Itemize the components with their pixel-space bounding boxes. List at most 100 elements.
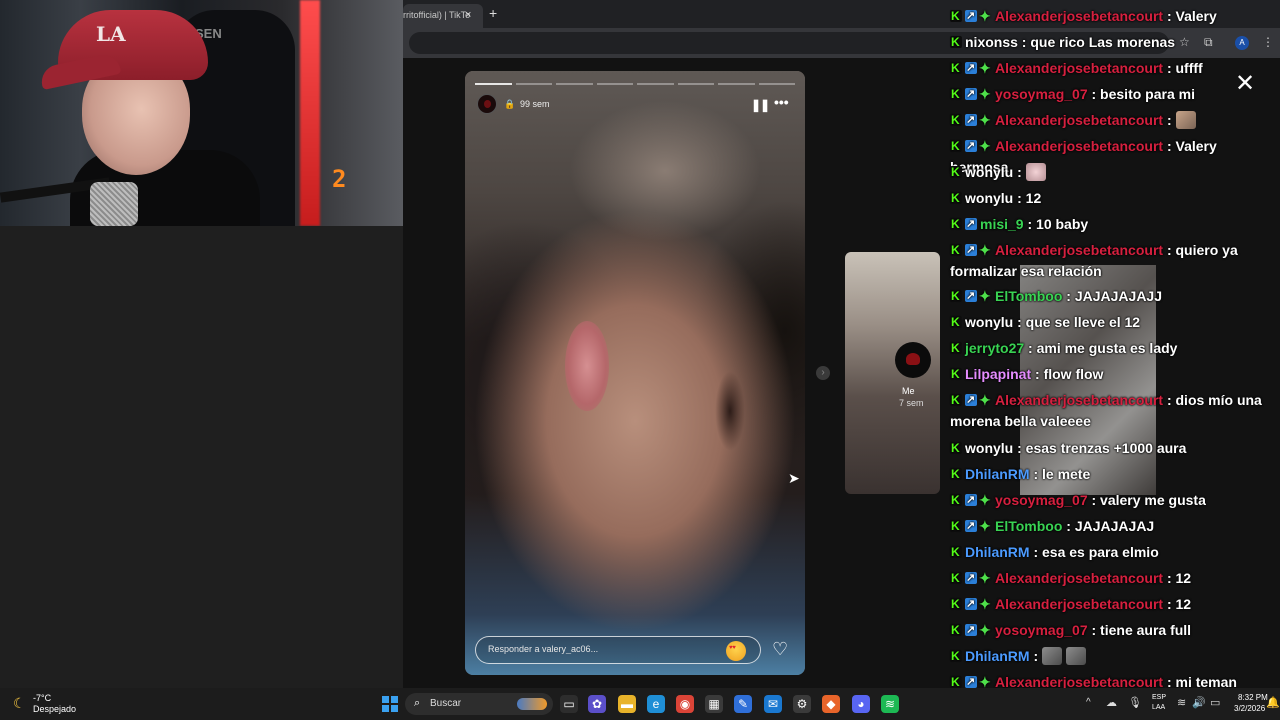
subscriber-badge-icon xyxy=(965,490,977,511)
story-viewer[interactable]: 🔒 99 sem ❚❚ ••• ♡ xyxy=(465,71,805,675)
new-tab-icon[interactable]: + xyxy=(489,5,497,21)
kick-badge-icon xyxy=(950,364,962,385)
chat-username[interactable]: yosoymag_07 xyxy=(995,492,1088,508)
chat-message: wonylu : xyxy=(950,162,1278,183)
chat-username[interactable]: nixonss xyxy=(965,34,1018,50)
chat-username[interactable]: yosoymag_07 xyxy=(995,86,1088,102)
chat-username[interactable]: wonylu xyxy=(965,440,1013,456)
chat-message: Alexanderjosebetancourt : 12 xyxy=(950,594,1278,615)
chat-username[interactable]: Alexanderjosebetancourt xyxy=(995,596,1163,612)
chat-username[interactable]: wonylu xyxy=(965,190,1013,206)
subscriber-badge-icon xyxy=(965,214,977,235)
editor-icon[interactable]: ✎ xyxy=(734,695,752,713)
chat-message: Alexanderjosebetancourt : quiero ya form… xyxy=(950,240,1278,282)
more-options-icon[interactable]: ••• xyxy=(774,94,789,110)
chat-message: DhilanRM : le mete xyxy=(950,464,1278,485)
chat-username[interactable]: DhilanRM xyxy=(965,466,1030,482)
story-author-avatar[interactable] xyxy=(477,94,497,114)
file-explorer-icon[interactable]: ▬ xyxy=(618,695,636,713)
chat-username[interactable]: ElTomboo xyxy=(995,288,1062,304)
story-progress-bar xyxy=(475,83,795,85)
heart-eyes-emoji-icon[interactable] xyxy=(726,641,746,661)
chat-username[interactable]: wonylu xyxy=(965,314,1013,330)
language-indicator[interactable]: ESP xyxy=(1152,694,1166,701)
chat-username[interactable]: ElTomboo xyxy=(995,518,1062,534)
chat-text: : JAJAJAJAJ xyxy=(1062,518,1155,534)
brave-icon[interactable]: ◆ xyxy=(822,695,840,713)
pause-button[interactable]: ❚❚ xyxy=(751,98,770,112)
chat-emote-icon xyxy=(1025,163,1046,181)
led-light xyxy=(300,0,320,226)
story-photo-detail xyxy=(715,371,745,451)
discord-icon[interactable]: ◕ xyxy=(852,695,870,713)
clock-time[interactable]: 8:32 PM xyxy=(1238,693,1268,702)
chat-username[interactable]: jerryto27 xyxy=(965,340,1024,356)
copilot-icon[interactable]: ✿ xyxy=(588,695,606,713)
chat-username[interactable]: Lilpapinat xyxy=(965,366,1031,382)
stream-chat: Alexanderjosebetancourt : Valery nixonss… xyxy=(948,6,1280,711)
chat-username[interactable]: Alexanderjosebetancourt xyxy=(995,8,1163,24)
reply-input[interactable] xyxy=(488,644,718,654)
next-story-preview[interactable]: Me 7 sem xyxy=(845,252,940,494)
chat-username[interactable]: Alexanderjosebetancourt xyxy=(995,60,1163,76)
tab-close-icon[interactable]: × xyxy=(465,9,471,21)
chat-username[interactable]: Alexanderjosebetancourt xyxy=(995,112,1163,128)
gift-badge-icon xyxy=(979,490,992,511)
notification-bell-icon[interactable]: 🔔 xyxy=(1266,696,1280,709)
onedrive-icon[interactable]: ☁ xyxy=(1106,696,1117,709)
keyboard-layout-indicator[interactable]: LAA xyxy=(1152,704,1165,711)
task-view-icon[interactable]: ▭ xyxy=(560,695,578,713)
gift-badge-icon xyxy=(979,594,992,615)
like-heart-icon[interactable]: ♡ xyxy=(772,639,788,660)
chat-text: : xyxy=(1013,164,1026,180)
subscriber-badge-icon xyxy=(965,568,977,589)
chat-text: : esa es para elmio xyxy=(1029,544,1159,560)
gift-badge-icon xyxy=(979,110,992,131)
chevron-up-icon[interactable]: ^ xyxy=(1086,697,1091,708)
chat-message: DhilanRM : xyxy=(950,646,1278,667)
tab-title: rritofficial) | TikTo xyxy=(403,10,471,20)
reply-box[interactable] xyxy=(475,636,761,664)
chat-message: wonylu : que se lleve el 12 xyxy=(950,312,1278,333)
chat-message: yosoymag_07 : tiene aura full xyxy=(950,620,1278,641)
chat-username[interactable]: DhilanRM xyxy=(965,648,1030,664)
chat-message: Alexanderjosebetancourt : 12 xyxy=(950,568,1278,589)
story-photo-detail xyxy=(565,321,609,411)
next-story-arrow-icon[interactable]: › xyxy=(816,366,830,380)
progress-segment xyxy=(556,83,593,85)
volume-icon[interactable]: 🔊 xyxy=(1192,696,1206,709)
microphone-icon[interactable]: 🎙 xyxy=(1128,696,1142,709)
browser-tab[interactable]: rritofficial) | TikTo × xyxy=(403,4,483,28)
spotify-icon[interactable]: ≋ xyxy=(881,695,899,713)
chat-username[interactable]: Alexanderjosebetancourt xyxy=(995,242,1163,258)
moon-weather-icon[interactable]: ☾ xyxy=(13,695,26,712)
subscriber-badge-icon xyxy=(965,110,977,131)
chat-username[interactable]: Alexanderjosebetancourt xyxy=(995,392,1163,408)
battery-icon[interactable]: ▭ xyxy=(1210,696,1220,709)
progress-segment xyxy=(596,83,633,85)
store-icon[interactable]: ▦ xyxy=(705,695,723,713)
kick-badge-icon xyxy=(950,464,962,485)
chat-username[interactable]: yosoymag_07 xyxy=(995,622,1088,638)
edge-icon[interactable]: e xyxy=(647,695,665,713)
mail-icon[interactable]: ✉ xyxy=(764,695,782,713)
settings-icon[interactable]: ⚙ xyxy=(793,695,811,713)
start-button[interactable] xyxy=(382,696,398,712)
story-image xyxy=(465,71,805,675)
chat-username[interactable]: Alexanderjosebetancourt xyxy=(995,570,1163,586)
chat-username[interactable]: DhilanRM xyxy=(965,544,1030,560)
wifi-icon[interactable]: ≋ xyxy=(1177,696,1186,709)
chat-username[interactable]: wonylu xyxy=(965,164,1013,180)
kick-badge-icon xyxy=(950,136,962,157)
clock-date[interactable]: 3/2/2026 xyxy=(1234,704,1265,713)
chat-username[interactable]: misi_9 xyxy=(980,216,1024,232)
chat-username[interactable]: Alexanderjosebetancourt xyxy=(995,138,1163,154)
chat-message: nixonss : que rico Las morenas xyxy=(950,32,1278,53)
progress-segment xyxy=(475,83,512,85)
kick-badge-icon xyxy=(950,672,962,693)
weather-description: Despejado xyxy=(33,704,77,714)
chrome-icon[interactable]: ◉ xyxy=(676,695,694,713)
gift-badge-icon xyxy=(979,620,992,641)
chat-message: ElTomboo : JAJAJAJAJJ xyxy=(950,286,1278,307)
taskbar-search[interactable]: ⌕ Buscar xyxy=(405,693,553,715)
